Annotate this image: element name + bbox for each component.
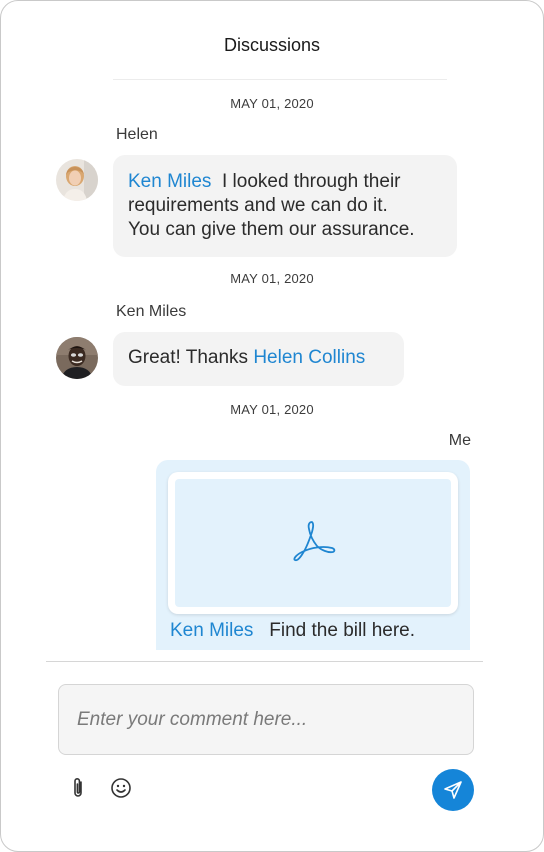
mention-link[interactable]: Ken Miles xyxy=(170,620,253,641)
send-icon xyxy=(443,780,463,800)
page-title: Discussions xyxy=(223,35,321,55)
mention-link[interactable]: Helen Collins xyxy=(253,347,365,368)
comment-input[interactable] xyxy=(58,684,474,755)
discussion-panel: Discussions MAY 01, 2020 Helen Ken Miles… xyxy=(0,0,544,852)
header-divider xyxy=(113,79,447,80)
message-bubble: Great! Thanks Helen Collins xyxy=(113,332,404,386)
message-date: MAY 01, 2020 xyxy=(230,96,314,111)
avatar-ken-miles[interactable] xyxy=(56,337,98,379)
message-text: Find the bill here. xyxy=(269,620,416,641)
message-date: MAY 01, 2020 xyxy=(230,271,314,286)
message-line: Ken Miles I looked through their xyxy=(128,170,457,194)
paperclip-icon[interactable] xyxy=(67,775,89,801)
message-text: Great! Thanks xyxy=(128,347,254,368)
attachment-preview[interactable] xyxy=(175,479,451,607)
message-text: I looked through their xyxy=(221,171,401,192)
message-line: requirements and we can do it. xyxy=(128,195,388,216)
smiley-icon[interactable] xyxy=(109,776,133,800)
message-line: Ken Miles Find the bill here. xyxy=(170,620,415,642)
pdf-attachment[interactable] xyxy=(168,472,458,614)
message-sender: Ken Miles xyxy=(116,303,187,320)
message-bubble: Ken Miles I looked through their require… xyxy=(113,155,457,257)
composer-divider xyxy=(46,661,483,662)
my-message-bubble: Ken Miles Find the bill here. xyxy=(156,460,470,650)
send-button[interactable] xyxy=(432,769,474,811)
message-sender: Helen xyxy=(116,126,158,143)
message-line: You can give them our assurance. xyxy=(128,219,415,240)
message-sender: Me xyxy=(448,432,471,449)
mention-link[interactable]: Ken Miles xyxy=(128,171,211,192)
avatar-helen[interactable] xyxy=(56,159,98,201)
pdf-icon xyxy=(288,516,338,571)
message-date: MAY 01, 2020 xyxy=(230,402,314,417)
